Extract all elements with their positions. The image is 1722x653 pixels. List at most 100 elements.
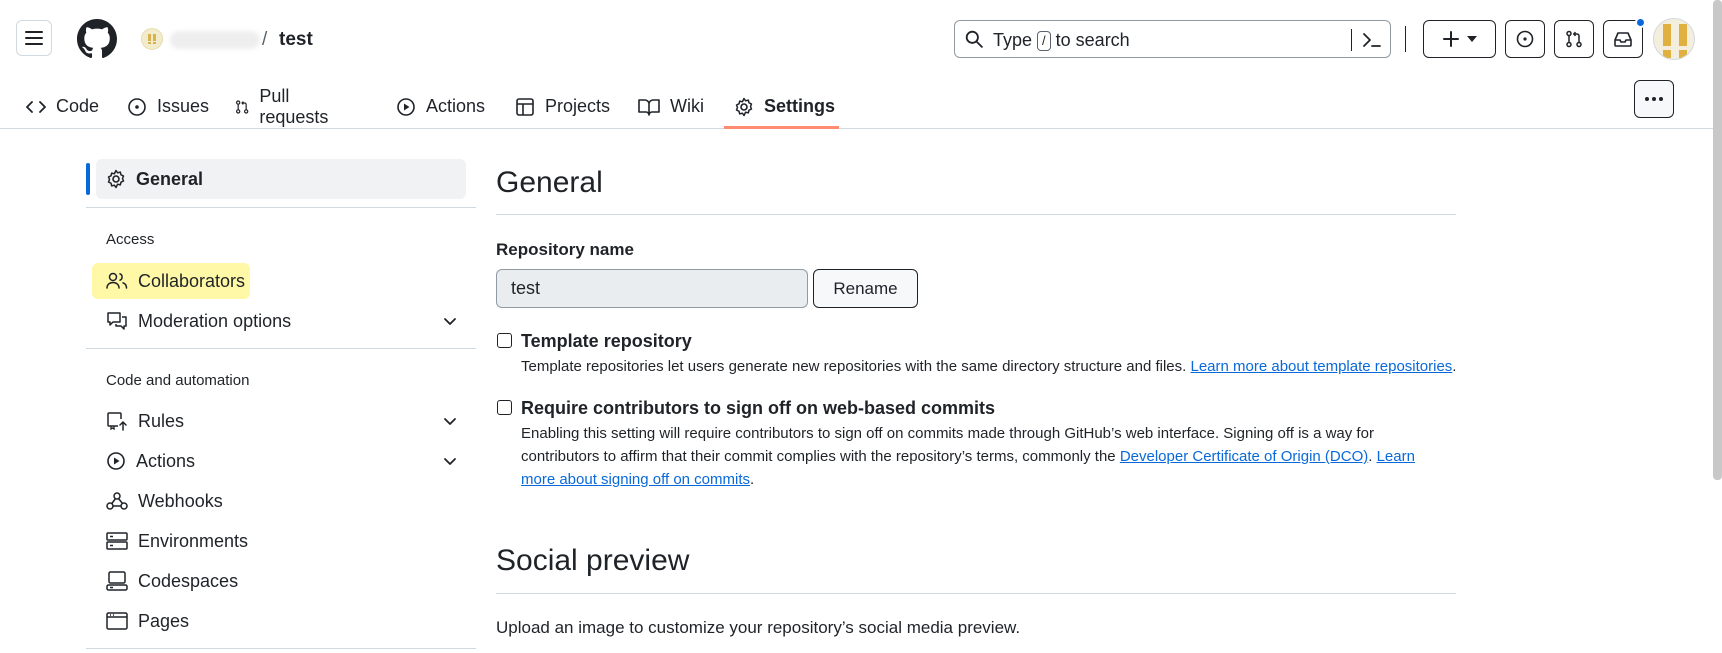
header-divider [1405, 26, 1406, 52]
gear-icon [735, 97, 753, 116]
people-icon [106, 272, 128, 289]
sidebar-item-actions[interactable]: Actions [96, 443, 466, 479]
search-placeholder: Type / to search [993, 30, 1130, 51]
sidebar-heading-access: Access [106, 231, 155, 248]
gear-icon [107, 169, 125, 189]
tab-settings[interactable]: Settings [734, 84, 835, 129]
signoff-desc-end: . [750, 471, 755, 488]
tab-label: Actions [426, 96, 486, 116]
issue-opened-icon [1516, 30, 1534, 48]
play-icon [107, 452, 125, 470]
tab-pull-requests[interactable]: Pull requests [235, 84, 334, 129]
sidebar-divider [86, 648, 476, 649]
search-divider [1351, 29, 1352, 51]
repo-name-input[interactable]: test [496, 269, 808, 308]
kebab-horizontal-icon [1645, 97, 1663, 101]
sidebar-item-environments[interactable]: Environments [96, 523, 466, 559]
sidebar-divider [86, 348, 476, 349]
sidebar-item-label: Pages [138, 610, 190, 631]
github-logo-icon[interactable] [77, 19, 117, 59]
template-desc-text: Template repositories let users generate… [521, 358, 1187, 375]
sidebar-item-codespaces[interactable]: Codespaces [96, 563, 466, 599]
tab-label: Projects [545, 96, 611, 116]
sidebar-item-label: Environments [138, 530, 249, 551]
unread-indicator [1635, 17, 1646, 28]
create-new-button[interactable] [1423, 20, 1496, 58]
sidebar-divider [86, 207, 476, 208]
sidebar-item-label: Webhooks [138, 490, 223, 511]
sidebar-item-pages[interactable]: Pages [96, 603, 466, 639]
sidebar-heading-code-and-automation: Code and automation [106, 372, 250, 389]
social-preview-description: Upload an image to customize your reposi… [496, 618, 1021, 637]
template-repository-description: Template repositories let users generate… [521, 355, 1461, 378]
command-palette-icon[interactable] [1361, 29, 1383, 51]
tab-projects[interactable]: Projects [515, 84, 610, 129]
your-pull-requests-button[interactable] [1554, 20, 1594, 58]
require-signoff-checkbox[interactable] [497, 400, 512, 415]
sidebar-item-moderation-options[interactable]: Moderation options [96, 303, 466, 339]
tab-label: Wiki [670, 96, 704, 116]
tab-issues[interactable]: Issues [127, 84, 209, 129]
require-signoff-description: Enabling this setting will require contr… [521, 422, 1446, 491]
tab-label: Pull requests [259, 85, 329, 127]
chevron-down-icon[interactable] [442, 313, 458, 329]
your-issues-button[interactable] [1505, 20, 1545, 58]
inbox-icon [1614, 32, 1632, 47]
play-icon [397, 97, 415, 116]
tab-label: Issues [157, 96, 210, 116]
page-title: General [496, 166, 603, 199]
hamburger-icon [25, 31, 43, 45]
active-tab-indicator [724, 126, 839, 129]
chevron-down-icon[interactable] [442, 453, 458, 469]
signoff-desc-mid: . [1368, 448, 1373, 465]
plus-icon [1442, 31, 1459, 47]
git-pull-request-icon [1566, 30, 1582, 48]
sidebar-item-label: Actions [136, 450, 196, 471]
owner-avatar[interactable] [141, 28, 163, 50]
sidebar-item-label: Codespaces [138, 570, 239, 591]
title-divider [496, 214, 1456, 215]
sidebar-item-collaborators[interactable]: Collaborators [92, 263, 250, 299]
sidebar-item-label: Moderation options [138, 310, 292, 331]
page-scrollbar[interactable] [1713, 0, 1722, 480]
template-learn-more-link[interactable]: Learn more about template repositories [1190, 358, 1452, 375]
book-icon [638, 98, 660, 116]
sidebar-item-webhooks[interactable]: Webhooks [96, 483, 466, 519]
section-divider [496, 593, 1456, 594]
search-prefix-text: Type [993, 30, 1033, 50]
search-suffix-text: to search [1055, 30, 1130, 50]
tab-label: Code [56, 96, 100, 116]
template-repository-checkbox[interactable] [497, 333, 512, 348]
rename-button[interactable]: Rename [813, 269, 918, 308]
sidebar-item-label: Rules [138, 410, 185, 431]
hamburger-menu-button[interactable] [16, 20, 52, 56]
social-preview-title: Social preview [496, 544, 690, 577]
server-icon [106, 532, 128, 550]
more-options-button[interactable] [1634, 80, 1674, 118]
repo-name-link[interactable]: test [279, 29, 313, 51]
dco-link[interactable]: Developer Certificate of Origin (DCO) [1120, 448, 1368, 465]
search-icon [965, 30, 983, 48]
tab-actions[interactable]: Actions [396, 84, 485, 129]
tab-code[interactable]: Code [26, 84, 99, 129]
caret-down-icon [1466, 36, 1477, 42]
require-signoff-label: Require contributors to sign off on web-… [521, 398, 996, 418]
search-input[interactable]: Type / to search [954, 20, 1391, 58]
code-icon [26, 100, 46, 113]
repo-name-label: Repository name [496, 240, 634, 259]
git-pull-request-icon [235, 99, 249, 114]
owner-name-redacted[interactable] [170, 31, 260, 49]
breadcrumb-separator: / [262, 29, 268, 50]
repo-push-icon [107, 412, 127, 431]
issue-opened-icon [128, 97, 146, 116]
tab-label: Settings [764, 96, 836, 116]
sidebar-item-rules[interactable]: Rules [96, 403, 466, 439]
codespaces-icon [106, 571, 128, 591]
template-repository-label: Template repository [521, 331, 692, 351]
tab-wiki[interactable]: Wiki [638, 84, 704, 129]
search-shortcut-key: / [1037, 30, 1051, 51]
sidebar-item-label: Collaborators [138, 270, 246, 291]
user-avatar[interactable] [1653, 18, 1695, 60]
sidebar-item-general[interactable]: General [96, 159, 466, 199]
chevron-down-icon[interactable] [442, 413, 458, 429]
